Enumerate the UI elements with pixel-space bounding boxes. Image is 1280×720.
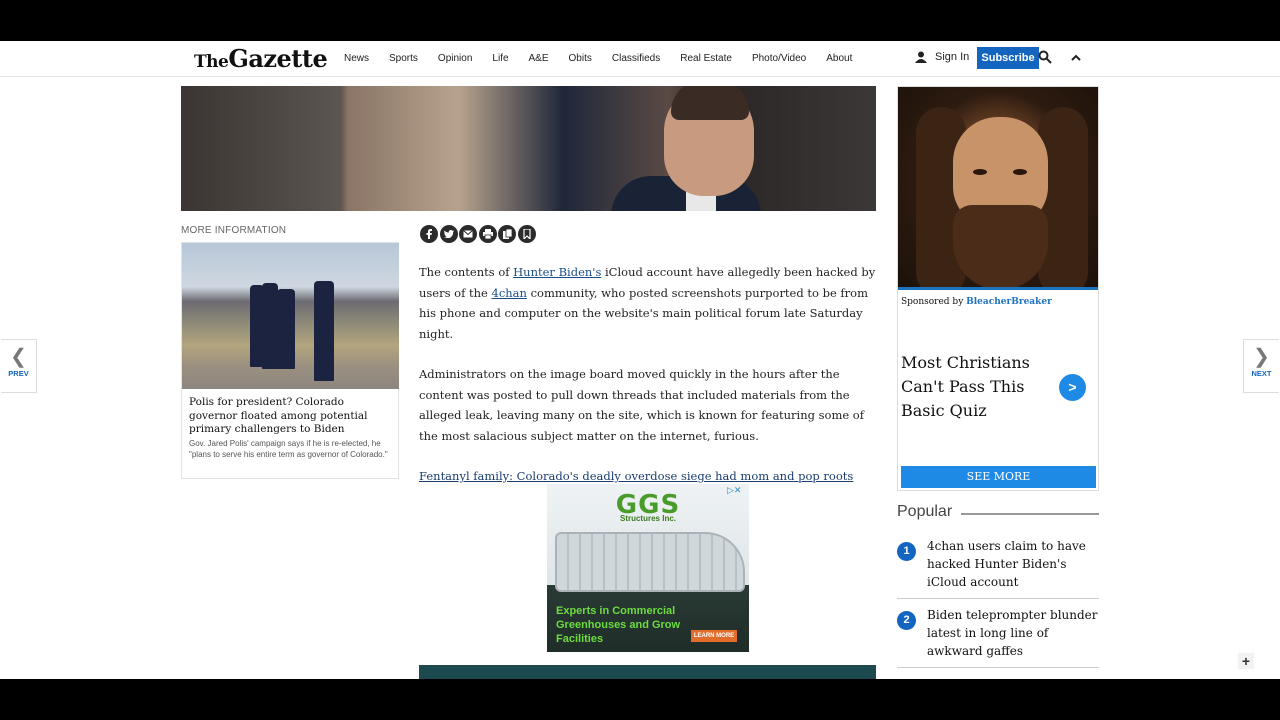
nav-about[interactable]: About [826,53,852,64]
related-article-link[interactable]: Fentanyl family: Colorado's deadly overd… [419,469,853,483]
plus-icon[interactable]: + [1238,653,1254,669]
prev-article-button[interactable]: ❮ PREV [1,339,37,393]
arrow-right-icon[interactable]: > [1059,374,1086,401]
more-information-label: MORE INFORMATION [181,225,287,236]
print-icon[interactable] [478,225,497,243]
popular-heading: Popular [897,503,953,520]
email-icon[interactable] [459,225,477,243]
4chan-link[interactable]: 4chan [492,286,527,300]
ggs-advertisement[interactable]: GGS Structures Inc. ▷✕ Experts in Commer… [547,484,749,652]
twitter-icon[interactable] [439,225,458,243]
image-beard [953,205,1048,287]
image-eye [1013,169,1027,175]
ad-choices-icon[interactable]: ▷✕ [727,485,741,496]
main-nav: News Sports Opinion Life A&E Obits Class… [344,53,872,64]
sponsored-title[interactable]: Most Christians Can't Pass This Basic Qu… [901,351,1051,423]
hero-image [181,86,876,211]
logo-the: The [194,52,229,72]
person-figure [262,283,278,369]
ggs-headline: Experts in Commercial Greenhouses and Gr… [556,605,681,645]
facebook-icon[interactable] [420,225,438,243]
next-label: NEXT [1251,369,1272,378]
share-toolbar [420,225,537,243]
chevron-left-icon: ❮ [10,346,27,368]
article-text: The contents of [419,265,514,279]
image-eye [973,169,987,175]
sign-in-label: Sign In [935,51,970,63]
next-article-button[interactable]: ❯ NEXT [1243,339,1279,393]
nav-obits[interactable]: Obits [569,53,592,64]
popular-item[interactable]: 2 Biden teleprompter blunder latest in l… [897,606,1099,668]
see-more-button[interactable]: SEE MORE [901,466,1096,488]
nav-ae[interactable]: A&E [529,53,549,64]
hero-hair [671,86,749,120]
person-figure [314,281,334,381]
logo-main: Gazette [228,44,328,73]
nav-real-estate[interactable]: Real Estate [680,53,732,64]
nav-news[interactable]: News [344,53,369,64]
site-header: TheGazette News Sports Opinion Life A&E … [0,41,1280,77]
popular-item-title[interactable]: 4chan users claim to have hacked Hunter … [927,537,1099,591]
related-story-image [182,243,399,389]
subscribe-button[interactable]: Subscribe [977,47,1039,69]
sponsored-image [898,87,1098,290]
sponsor-name[interactable]: BleacherBreaker [966,297,1052,307]
bookmark-icon[interactable] [517,225,536,243]
browser-viewport: TheGazette News Sports Opinion Life A&E … [0,41,1280,679]
ggs-learn-more-button[interactable]: LEARN MORE [691,630,737,642]
hunter-biden-link[interactable]: Hunter Biden's [513,265,601,279]
site-logo[interactable]: TheGazette [194,44,328,73]
chevron-right-icon: ❯ [1253,346,1270,368]
sign-in-link[interactable]: Sign In [915,51,969,63]
popular-rank-badge: 2 [897,611,916,630]
sponsored-prefix: Sponsored by [901,297,964,307]
article-paragraph: The contents of Hunter Biden's iCloud ac… [419,262,879,344]
greenhouse-image [555,532,745,592]
popular-item-title[interactable]: Biden teleprompter blunder latest in lon… [927,606,1099,660]
sponsored-by-label: Sponsored by BleacherBreaker [901,297,1052,307]
popular-divider [961,513,1099,515]
sponsored-ad[interactable]: Sponsored by BleacherBreaker Most Christ… [897,86,1099,491]
nav-classifieds[interactable]: Classifieds [612,53,660,64]
nav-opinion[interactable]: Opinion [438,53,472,64]
popular-rank-badge: 1 [897,542,916,561]
ggs-subtitle: Structures Inc. [619,514,676,523]
related-story-title[interactable]: Polis for president? Colorado governor f… [189,396,389,437]
related-story-description: Gov. Jared Polis' campaign says if he is… [189,439,388,459]
copy-icon[interactable] [498,225,516,243]
popular-item[interactable]: 1 4chan users claim to have hacked Hunte… [897,537,1099,599]
article-body: The contents of Hunter Biden's iCloud ac… [419,262,879,507]
chevron-up-icon[interactable] [1069,51,1083,65]
article-paragraph: Administrators on the image board moved … [419,367,864,443]
related-story-card[interactable]: Polis for president? Colorado governor f… [181,242,399,479]
nav-life[interactable]: Life [492,53,508,64]
person-figure [277,289,295,369]
prev-label: PREV [8,369,29,378]
next-module-band [419,665,876,679]
search-icon[interactable] [1038,50,1052,64]
user-icon [915,51,927,63]
nav-sports[interactable]: Sports [389,53,418,64]
nav-photo-video[interactable]: Photo/Video [752,53,806,64]
